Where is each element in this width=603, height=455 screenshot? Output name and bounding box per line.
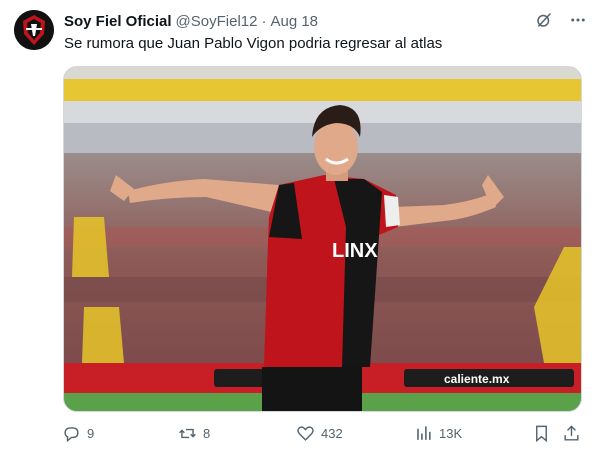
tweet-text: Se rumora que Juan Pablo Vigon podria re…: [64, 35, 443, 52]
like-count: 432: [321, 425, 343, 441]
share-icon: [564, 424, 579, 441]
tweet-header: Soy Fiel Oficial @SoyFiel12 · Aug 18: [64, 11, 579, 31]
ad-board-text: caliente.mx: [444, 372, 510, 386]
tweet-card[interactable]: Soy Fiel Oficial @SoyFiel12 · Aug 18 Se …: [0, 0, 603, 455]
reply-count: 9: [87, 425, 95, 441]
header-actions: [535, 11, 587, 34]
tweet-date[interactable]: Aug 18: [270, 13, 318, 30]
retweet-button[interactable]: 8: [178, 423, 210, 443]
views-button[interactable]: 13K: [414, 423, 462, 443]
separator-dot: ·: [261, 12, 267, 30]
club-logo-icon: [14, 10, 54, 50]
author-handle[interactable]: @SoyFiel12: [176, 13, 258, 30]
bookmark-icon: [536, 425, 547, 442]
reply-icon: [64, 426, 79, 442]
share-button[interactable]: [562, 423, 581, 443]
stadium-photo: caliente.mx LINX: [64, 67, 581, 411]
retweet-count: 8: [203, 425, 211, 441]
retweet-icon: [179, 428, 196, 438]
tweet-actions: 9 8 432 13K: [62, 423, 587, 445]
grok-icon[interactable]: [535, 11, 553, 34]
jersey-sponsor-text: LINX: [332, 240, 378, 262]
more-options-icon[interactable]: [569, 11, 587, 34]
heart-icon: [297, 425, 314, 441]
bookmark-button[interactable]: [532, 423, 551, 443]
tweet-photo[interactable]: caliente.mx LINX: [63, 66, 582, 412]
author-name[interactable]: Soy Fiel Oficial: [64, 13, 172, 30]
like-button[interactable]: 432: [296, 423, 343, 443]
views-bar-chart-icon: [417, 425, 431, 440]
views-count: 13K: [439, 425, 463, 441]
reply-button[interactable]: 9: [62, 423, 94, 443]
avatar[interactable]: [14, 10, 54, 50]
